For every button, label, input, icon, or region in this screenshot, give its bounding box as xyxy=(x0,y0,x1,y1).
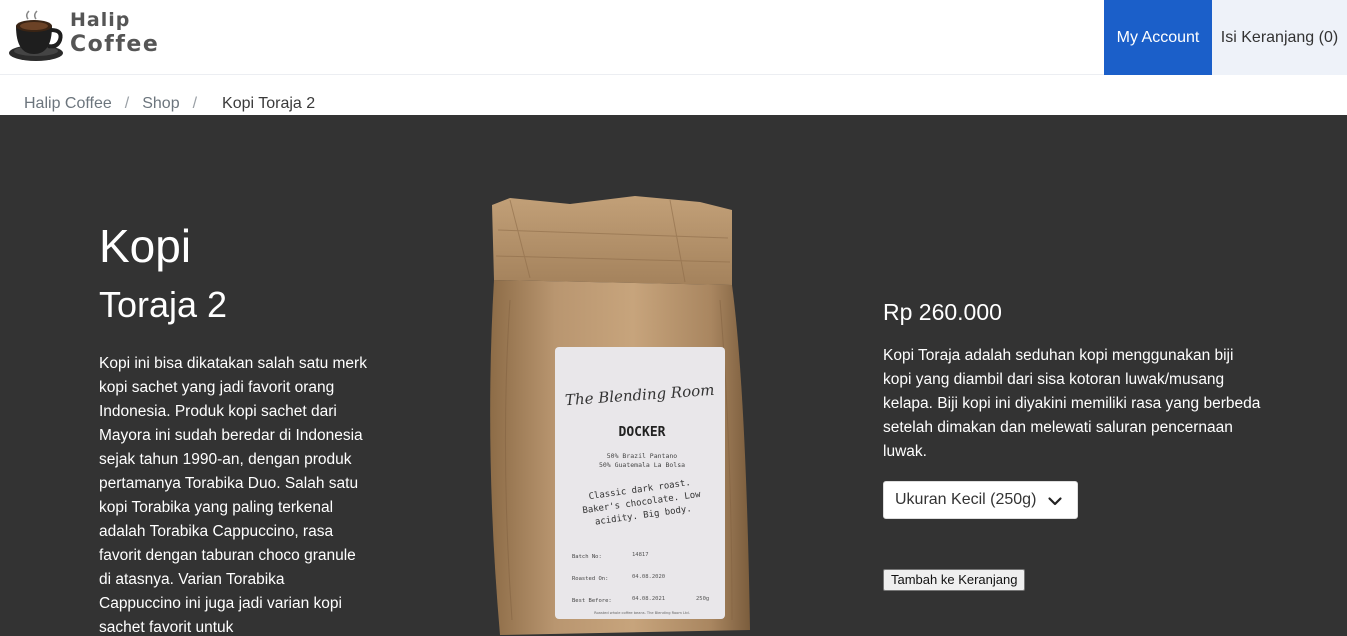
bag-label-blend-1: 50% Brazil Pantano xyxy=(607,452,678,460)
breadcrumb: Halip Coffee / Shop / Kopi Toraja 2 xyxy=(24,94,315,114)
breadcrumb-current: Kopi Toraja 2 xyxy=(222,95,316,112)
navbar: Halip Coffee My Account Isi Keranjang (0… xyxy=(0,0,1347,75)
my-account-link[interactable]: My Account xyxy=(1104,0,1212,75)
breadcrumb-shop[interactable]: Shop xyxy=(142,95,179,113)
bag-label-name: DOCKER xyxy=(619,425,666,440)
brand-line-2: Coffee xyxy=(70,32,160,57)
bag-label-roasted-value: 04.08.2020 xyxy=(632,574,665,580)
product-description: Kopi ini bisa dikatakan salah satu merk … xyxy=(99,355,367,636)
bag-label-batch-label: Batch No: xyxy=(572,554,602,560)
brand-line-1: Halip xyxy=(70,9,131,31)
brand-logo[interactable]: Halip Coffee xyxy=(8,8,168,64)
product-title-line-1: Kopi xyxy=(99,220,192,272)
brand-name: Halip Coffee xyxy=(70,11,159,56)
chevron-down-icon xyxy=(1048,497,1062,506)
bag-label-best-value: 04.08.2021 xyxy=(632,596,665,602)
coffee-bag-image: The Blending Room DOCKER 50% Brazil Pant… xyxy=(490,196,750,635)
product-detail: Kopi Toraja adalah seduhan kopi mengguna… xyxy=(883,347,1261,460)
bag-label-blend-2: 50% Guatemala La Bolsa xyxy=(599,461,685,469)
breadcrumb-separator: / xyxy=(192,95,198,112)
coffee-cup-icon xyxy=(9,10,63,61)
bag-label-best-label: Best Before: xyxy=(572,598,612,604)
breadcrumb-home[interactable]: Halip Coffee xyxy=(24,95,112,113)
cart-link[interactable]: Isi Keranjang (0) xyxy=(1212,0,1347,75)
bag-label-footer: Roasted whole coffee beans. The Blending… xyxy=(594,611,690,615)
size-select-value: Ukuran Kecil (250g) xyxy=(895,491,1037,508)
product-section: Kopi Toraja 2 Kopi ini bisa dikatakan sa… xyxy=(0,115,1347,636)
bag-label-weight: 250g xyxy=(696,596,709,602)
product-price: Rp 260.000 xyxy=(883,299,1002,325)
bag-label-batch-value: 14817 xyxy=(632,552,649,558)
breadcrumb-separator: / xyxy=(124,95,130,112)
bag-label-roasted-label: Roasted On: xyxy=(572,576,608,582)
product-title-line-2: Toraja 2 xyxy=(99,284,228,325)
add-to-cart-button[interactable]: Tambah ke Keranjang xyxy=(883,569,1026,591)
size-select[interactable]: Ukuran Kecil (250g) xyxy=(883,481,1078,519)
